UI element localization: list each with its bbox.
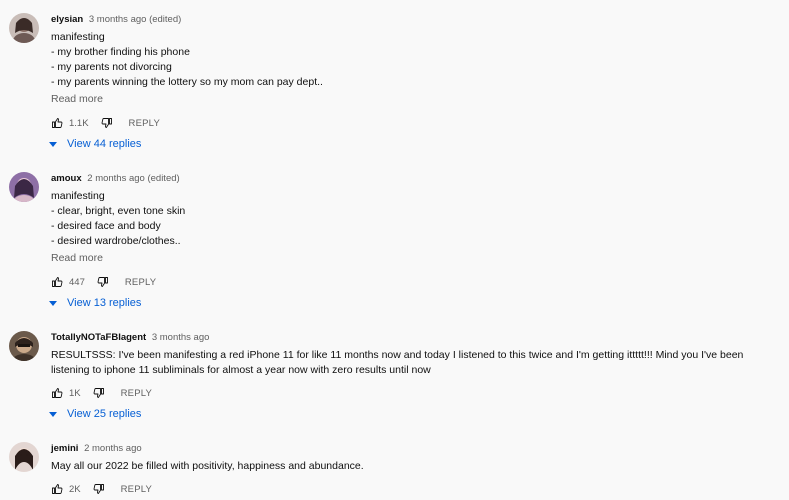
reply-button[interactable]: REPLY [121, 484, 152, 495]
comment-line: - desired face and body [51, 220, 161, 232]
comment-line: - my brother finding his phone [51, 46, 190, 58]
avatar[interactable] [9, 172, 39, 202]
comment-line: - my parents not divorcing [51, 61, 172, 73]
comment-line: - clear, bright, even tone skin [51, 205, 186, 217]
comment-text: RESULTSSS: I've been manifesting a red i… [51, 348, 781, 378]
like-icon[interactable] [51, 483, 63, 495]
comment-line: manifesting [51, 190, 105, 202]
caret-down-icon [49, 142, 57, 147]
like-count: 1.1K [69, 117, 89, 129]
comment-timestamp[interactable]: 3 months ago [152, 332, 210, 343]
caret-down-icon [49, 412, 57, 417]
comment-author[interactable]: TotallyNOTaFBIagent [51, 332, 146, 343]
view-replies-button[interactable]: View 25 replies [49, 408, 141, 420]
comment-actions: 1.1K REPLY [51, 116, 160, 130]
read-more-link[interactable]: Read more [51, 252, 103, 264]
comment-line: manifesting [51, 31, 105, 43]
dislike-icon[interactable] [97, 276, 109, 288]
reply-button[interactable]: REPLY [129, 118, 160, 129]
dislike-icon[interactable] [93, 387, 105, 399]
dislike-icon[interactable] [93, 483, 105, 495]
comment-author[interactable]: jemini [51, 443, 78, 454]
avatar[interactable] [9, 331, 39, 361]
like-icon[interactable] [51, 276, 63, 288]
comment-line: - desired wardrobe/clothes.. [51, 235, 181, 247]
comment-actions: 2K REPLY [51, 482, 152, 496]
view-replies-button[interactable]: View 44 replies [49, 138, 141, 150]
view-replies-label: View 44 replies [67, 138, 142, 150]
comment-line: May all our 2022 be filled with positivi… [51, 460, 364, 472]
caret-down-icon [49, 301, 57, 306]
comment-timestamp[interactable]: 2 months ago (edited) [87, 173, 179, 184]
avatar[interactable] [9, 13, 39, 43]
like-icon[interactable] [51, 117, 63, 129]
comment-line: - my parents winning the lottery so my m… [51, 76, 323, 88]
comment-timestamp[interactable]: 3 months ago (edited) [89, 14, 181, 25]
comment-timestamp[interactable]: 2 months ago [84, 443, 142, 454]
reply-button[interactable]: REPLY [125, 277, 156, 288]
comment-line: RESULTSSS: I've been manifesting a red i… [51, 349, 744, 376]
comment-author[interactable]: elysian [51, 14, 83, 25]
view-replies-label: View 25 replies [67, 408, 142, 420]
avatar[interactable] [9, 442, 39, 472]
like-icon[interactable] [51, 387, 63, 399]
like-count: 2K [69, 483, 81, 495]
like-count: 447 [69, 276, 85, 288]
comment-actions: 447 REPLY [51, 275, 156, 289]
dislike-icon[interactable] [101, 117, 113, 129]
comment-actions: 1K REPLY [51, 386, 152, 400]
comment-author[interactable]: amoux [51, 173, 82, 184]
reply-button[interactable]: REPLY [121, 388, 152, 399]
comment-text: May all our 2022 be filled with positivi… [51, 459, 781, 474]
comment-text: manifesting - clear, bright, even tone s… [51, 189, 781, 249]
view-replies-label: View 13 replies [67, 297, 142, 309]
comment-text: manifesting - my brother finding his pho… [51, 30, 781, 90]
like-count: 1K [69, 387, 81, 399]
read-more-link[interactable]: Read more [51, 93, 103, 105]
view-replies-button[interactable]: View 13 replies [49, 297, 141, 309]
